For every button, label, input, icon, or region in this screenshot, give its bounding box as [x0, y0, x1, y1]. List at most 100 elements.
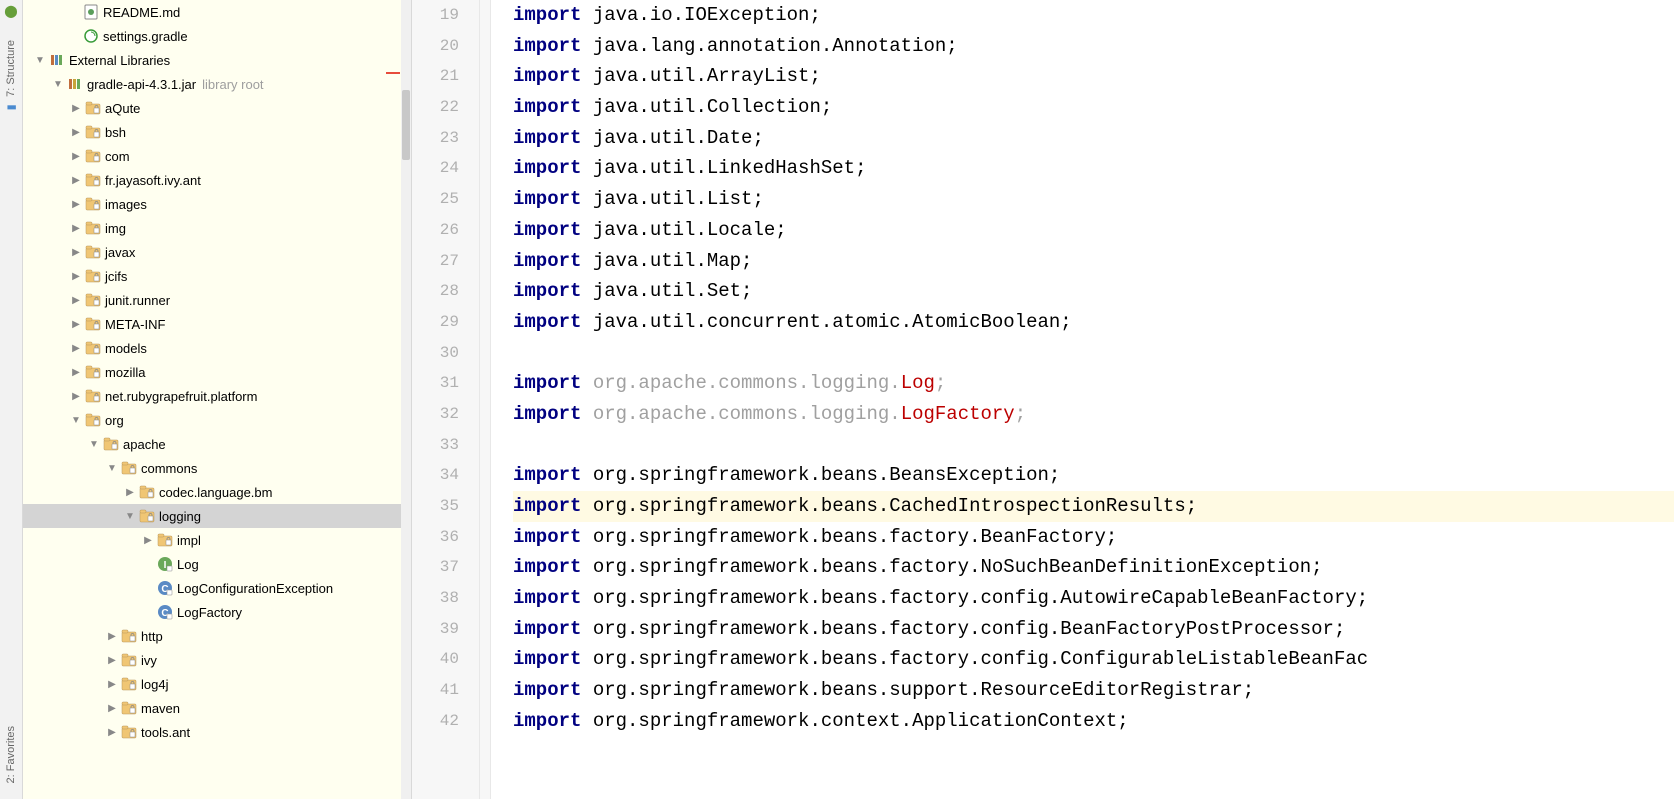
line-number[interactable]: 33 [412, 430, 459, 461]
code-line[interactable]: import org.springframework.beans.CachedI… [513, 491, 1674, 522]
code-line[interactable]: import org.springframework.context.Appli… [513, 706, 1674, 737]
line-number[interactable]: 39 [412, 614, 459, 645]
expand-arrow-right-icon: ▶ [69, 343, 83, 354]
line-number[interactable]: 38 [412, 583, 459, 614]
code-line[interactable]: import org.springframework.beans.factory… [513, 644, 1674, 675]
tree-node-apache[interactable]: ▼apache [23, 432, 401, 456]
code-line[interactable]: import org.springframework.beans.factory… [513, 583, 1674, 614]
code-line[interactable] [513, 430, 1674, 461]
code-line[interactable]: import java.util.ArrayList; [513, 61, 1674, 92]
code-line[interactable]: import java.io.IOException; [513, 0, 1674, 31]
line-number[interactable]: 19 [412, 0, 459, 31]
tree-node-commons[interactable]: ▼commons [23, 456, 401, 480]
package-icon [121, 628, 137, 644]
tree-node-tools[interactable]: ▶tools.ant [23, 720, 401, 744]
tree-node-net[interactable]: ▶net.rubygrapefruit.platform [23, 384, 401, 408]
code-viewport[interactable]: import java.io.IOException;import java.l… [491, 0, 1674, 799]
code-line[interactable] [513, 338, 1674, 369]
code-line[interactable]: import org.springframework.beans.factory… [513, 522, 1674, 553]
tree-node-logfac[interactable]: ▶CLogFactory [23, 600, 401, 624]
code-line[interactable]: import java.util.concurrent.atomic.Atomi… [513, 307, 1674, 338]
tree-node-log[interactable]: ▶ILog [23, 552, 401, 576]
tree-node-models[interactable]: ▶models [23, 336, 401, 360]
file-node-readme[interactable]: ▶ README.md [23, 0, 401, 24]
tree-node-junit[interactable]: ▶junit.runner [23, 288, 401, 312]
structure-icon: ▮ [5, 104, 18, 110]
tree-node-fr[interactable]: ▶fr.jayasoft.ivy.ant [23, 168, 401, 192]
fold-gutter[interactable] [480, 0, 491, 799]
line-number[interactable]: 40 [412, 644, 459, 675]
code-line[interactable]: import org.springframework.beans.support… [513, 675, 1674, 706]
tree-node-impl[interactable]: ▶impl [23, 528, 401, 552]
error-stripe-mark[interactable] [386, 72, 400, 74]
tree-scrollbar[interactable] [401, 0, 411, 799]
package-icon [139, 508, 155, 524]
tree-node-org[interactable]: ▼org [23, 408, 401, 432]
line-number[interactable]: 21 [412, 61, 459, 92]
tree-node-log4j[interactable]: ▶log4j [23, 672, 401, 696]
tree-node-img[interactable]: ▶img [23, 216, 401, 240]
code-line[interactable]: import java.lang.annotation.Annotation; [513, 31, 1674, 62]
file-node-settings-gradle[interactable]: ▶ settings.gradle [23, 24, 401, 48]
structure-tab[interactable]: ▮ 7: Structure [3, 34, 19, 120]
project-tree-viewport[interactable]: ▶ README.md ▶ settings.gradle ▼ External… [23, 0, 401, 799]
tree-node-codec[interactable]: ▶codec.language.bm [23, 480, 401, 504]
line-number[interactable]: 37 [412, 552, 459, 583]
code-line[interactable]: import java.util.LinkedHashSet; [513, 153, 1674, 184]
tree-node-bsh[interactable]: ▶bsh [23, 120, 401, 144]
line-number[interactable]: 31 [412, 368, 459, 399]
jar-node[interactable]: ▼ gradle-api-4.3.1.jar library root [23, 72, 401, 96]
line-number[interactable]: 42 [412, 706, 459, 737]
node-label: tools.ant [141, 725, 190, 740]
tree-node-maven[interactable]: ▶maven [23, 696, 401, 720]
external-libraries-node[interactable]: ▼ External Libraries [23, 48, 401, 72]
line-number[interactable]: 23 [412, 123, 459, 154]
line-number[interactable]: 34 [412, 460, 459, 491]
expand-arrow-right-icon: ▶ [69, 223, 83, 234]
tree-node-images[interactable]: ▶images [23, 192, 401, 216]
line-number[interactable]: 22 [412, 92, 459, 123]
tree-node-meta[interactable]: ▶META-INF [23, 312, 401, 336]
code-line[interactable]: import org.springframework.beans.factory… [513, 552, 1674, 583]
code-line[interactable]: import java.util.Collection; [513, 92, 1674, 123]
debug-tab-icon[interactable]: ⬤ [4, 4, 17, 18]
line-number[interactable]: 29 [412, 307, 459, 338]
tree-node-ivy[interactable]: ▶ivy [23, 648, 401, 672]
line-number[interactable]: 27 [412, 246, 459, 277]
code-line[interactable]: import org.springframework.beans.factory… [513, 614, 1674, 645]
tree-node-http[interactable]: ▶http [23, 624, 401, 648]
scrollbar-thumb[interactable] [402, 90, 410, 160]
line-gutter[interactable]: 1920212223242526272829303132333435363738… [412, 0, 480, 799]
expand-arrow-down-icon: ▼ [105, 463, 119, 474]
code-line[interactable]: import org.apache.commons.logging.Log; [513, 368, 1674, 399]
line-number[interactable]: 28 [412, 276, 459, 307]
tree-node-aQute[interactable]: ▶aQute [23, 96, 401, 120]
code-line[interactable]: import java.util.List; [513, 184, 1674, 215]
code-line[interactable]: import org.apache.commons.logging.LogFac… [513, 399, 1674, 430]
line-number[interactable]: 25 [412, 184, 459, 215]
package-icon [139, 484, 155, 500]
line-number[interactable]: 24 [412, 153, 459, 184]
code-line[interactable]: import org.springframework.beans.BeansEx… [513, 460, 1674, 491]
line-number[interactable]: 26 [412, 215, 459, 246]
code-line[interactable]: import java.util.Set; [513, 276, 1674, 307]
tree-node-javax[interactable]: ▶javax [23, 240, 401, 264]
code-line[interactable]: import java.util.Date; [513, 123, 1674, 154]
tree-node-logce[interactable]: ▶CLogConfigurationException [23, 576, 401, 600]
tree-node-com[interactable]: ▶com [23, 144, 401, 168]
tree-node-jcifs[interactable]: ▶jcifs [23, 264, 401, 288]
code-line[interactable]: import java.util.Map; [513, 246, 1674, 277]
line-number[interactable]: 36 [412, 522, 459, 553]
tree-node-logging[interactable]: ▼logging [23, 504, 401, 528]
package-icon [85, 412, 101, 428]
code-line[interactable]: import java.util.Locale; [513, 215, 1674, 246]
svg-text:I: I [164, 560, 167, 571]
line-number[interactable]: 20 [412, 31, 459, 62]
tree-node-mozilla[interactable]: ▶mozilla [23, 360, 401, 384]
line-number[interactable]: 32 [412, 399, 459, 430]
line-number[interactable]: 41 [412, 675, 459, 706]
favorites-tab[interactable]: 2: Favorites [3, 720, 19, 789]
line-number[interactable]: 30 [412, 338, 459, 369]
line-number[interactable]: 35 [412, 491, 459, 522]
package-icon [85, 244, 101, 260]
